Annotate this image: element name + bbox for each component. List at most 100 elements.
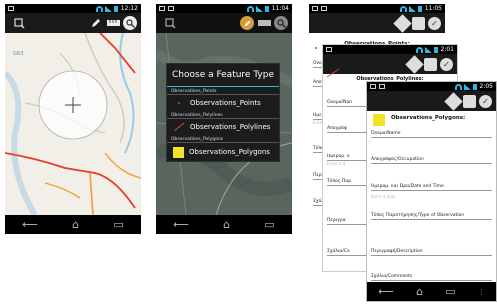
measure-button[interactable] — [257, 16, 271, 30]
field-type[interactable]: Τύπος Παρατήρησης/Type of Observation — [371, 213, 492, 220]
notification-icon — [159, 6, 165, 11]
navigation-bar: ⟵ ⌂ ▭ — [5, 215, 141, 234]
draw-icon[interactable] — [444, 91, 463, 111]
status-time: 11:05 — [424, 5, 442, 12]
home-icon[interactable]: ⌂ — [416, 285, 423, 298]
feature-item-label: Observations_Polylines — [190, 123, 271, 131]
field-comments[interactable]: Σχόλια/Comments — [371, 274, 492, 281]
edit-button[interactable] — [240, 16, 254, 30]
edit-vertices-icon[interactable] — [424, 57, 437, 71]
feature-item-label: Observations_Points — [190, 99, 261, 107]
feature-group-points: Observations_Points Observations_Points — [167, 87, 279, 111]
status-bar: 11:04 — [156, 4, 292, 13]
edit-vertices-icon[interactable] — [412, 16, 425, 30]
status-time: 11:04 — [271, 5, 289, 12]
battery-icon — [264, 5, 269, 12]
map-graphics — [5, 33, 141, 215]
polyline-icon — [326, 68, 340, 78]
back-icon[interactable]: ⟵ — [378, 285, 394, 298]
notification-icon — [326, 47, 332, 52]
usb-icon — [168, 6, 174, 11]
point-icon — [173, 98, 185, 108]
wifi-icon — [415, 46, 423, 53]
map-view[interactable]: GR3 — [5, 33, 141, 215]
edit-vertices-icon[interactable] — [463, 94, 476, 108]
polygon-icon — [173, 146, 184, 158]
point-icon — [315, 47, 317, 49]
home-icon[interactable]: ⌂ — [72, 218, 79, 231]
draw-icon[interactable] — [393, 13, 412, 33]
signal-icon — [255, 5, 263, 12]
wifi-icon — [399, 5, 407, 12]
signal-icon — [104, 5, 112, 12]
confirm-button[interactable]: ✓ — [479, 94, 492, 108]
status-bar: 12:12 — [5, 4, 141, 13]
confirm-button[interactable]: ✓ — [428, 16, 441, 30]
search-icon — [276, 18, 286, 28]
ruler-icon — [257, 20, 271, 26]
form-title: Observations_Polygons: — [391, 115, 466, 121]
feature-item-polygons[interactable]: Observations_Polygons — [167, 143, 279, 161]
field-placeholder: Enter a date — [371, 194, 396, 199]
field-label: Σχόλια/Comments — [371, 274, 492, 281]
feature-group-polygons: Observations_Polygons Observations_Polyg… — [167, 135, 279, 161]
back-icon[interactable]: ⟵ — [22, 218, 38, 231]
polygon-icon — [373, 114, 385, 126]
recent-apps-icon[interactable]: ▭ — [264, 218, 274, 231]
battery-icon — [417, 5, 422, 12]
field-description[interactable]: Περιγραφή/Description — [371, 249, 492, 256]
feature-item-points[interactable]: Observations_Points — [167, 95, 279, 111]
confirm-button[interactable]: ✓ — [440, 57, 453, 71]
search-button[interactable] — [123, 16, 137, 30]
status-time: 2:05 — [479, 83, 493, 90]
draw-icon[interactable] — [405, 54, 424, 74]
wifi-icon — [95, 5, 103, 12]
field-label: Ημερομ. και Ώρα/Date and Time — [371, 184, 492, 191]
signal-icon — [424, 46, 432, 53]
ruler-icon — [106, 20, 120, 26]
check-icon: ✓ — [443, 59, 450, 69]
field-label: Τύπος Παρατήρησης/Type of Observation — [371, 213, 492, 220]
notification-icon — [370, 84, 376, 89]
status-bar: 2:01 — [323, 45, 457, 54]
feature-item-label: Observations_Polygons — [189, 148, 270, 156]
zoom-extent-button[interactable] — [163, 16, 177, 30]
search-icon — [125, 18, 135, 28]
battery-icon — [472, 83, 477, 90]
feature-item-polylines[interactable]: Observations_Polylines — [167, 119, 279, 135]
field-label: Απογράψας/Occupation — [371, 157, 492, 164]
home-icon[interactable]: ⌂ — [223, 218, 230, 231]
battery-icon — [113, 5, 118, 12]
field-label: Περιγραφή/Description — [371, 249, 492, 256]
field-name[interactable]: Όνομα/Name — [371, 131, 492, 138]
phone-screen-polygons-form: 2:05 ✓ Observations_Polygons: Όνομα/Name… — [366, 81, 497, 302]
action-bar — [5, 13, 141, 33]
recent-apps-icon[interactable]: ▭ — [445, 285, 455, 298]
edit-button[interactable] — [89, 16, 103, 30]
check-icon: ✓ — [431, 18, 438, 28]
polyline-icon — [173, 122, 185, 132]
wifi-icon — [454, 83, 462, 90]
navigation-bar: ⟵ ⌂ ▭ ⋮ — [367, 282, 496, 301]
polygons-form: Observations_Polygons: Όνομα/Name Απογρά… — [367, 111, 496, 282]
feature-group-polylines: Observations_Polylines Observations_Poly… — [167, 111, 279, 135]
recent-apps-icon[interactable]: ▭ — [113, 218, 123, 231]
wifi-icon — [246, 5, 254, 12]
back-icon[interactable]: ⟵ — [173, 218, 189, 231]
field-occupation[interactable]: Απογράψας/Occupation — [371, 157, 492, 164]
search-button[interactable] — [274, 16, 288, 30]
action-bar: ✓ — [323, 54, 457, 74]
action-bar: ✓ — [309, 13, 445, 33]
battery-icon — [433, 46, 438, 53]
phone-screen-feature-dialog: 11:04 Choose a Feature Type Observations… — [156, 4, 292, 234]
status-time: 2:01 — [440, 46, 454, 53]
usb-icon — [321, 6, 327, 11]
menu-icon[interactable]: ⋮ — [478, 288, 485, 296]
status-time: 12:12 — [120, 5, 138, 12]
status-bar: 11:05 — [309, 4, 445, 13]
field-label: Όνομα/Name — [371, 131, 492, 138]
zoom-extent-button[interactable] — [12, 16, 26, 30]
measure-button[interactable] — [106, 16, 120, 30]
action-bar: ✓ — [367, 91, 496, 111]
field-date[interactable]: Ημερομ. και Ώρα/Date and Time Enter a da… — [371, 184, 492, 199]
